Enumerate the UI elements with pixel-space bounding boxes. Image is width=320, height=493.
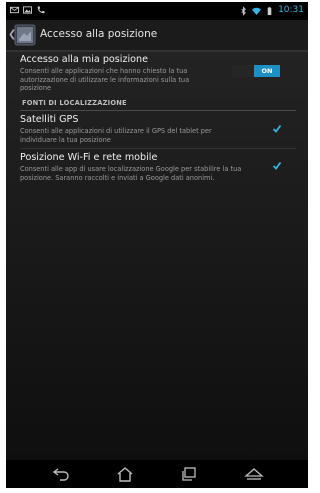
- gps-summary: Consenti alle applicazioni di utilizzare…: [20, 127, 212, 144]
- gps-setting[interactable]: Satelliti GPS Consenti alle applicazioni…: [20, 114, 298, 148]
- bluetooth-icon: [241, 5, 246, 16]
- location-access-summary: Consenti alle applicazioni che hanno chi…: [20, 67, 190, 92]
- wifi-location-summary: Consenti alle app di usare localizzazion…: [20, 165, 242, 182]
- menu-up-icon[interactable]: [244, 466, 264, 482]
- home-icon[interactable]: [116, 466, 134, 482]
- clock: 10:31: [278, 5, 304, 15]
- section-divider: [20, 110, 296, 111]
- location-settings-icon[interactable]: [14, 24, 36, 46]
- location-access-toggle[interactable]: ON: [232, 65, 280, 77]
- system-icons: 10:31: [239, 5, 304, 16]
- page-title: Accesso alla posizione: [40, 28, 158, 40]
- section-header-location-sources: FONTI DI LOCALIZZAZIONE: [22, 99, 127, 107]
- wifi-icon: [252, 7, 262, 15]
- back-icon[interactable]: [52, 466, 70, 482]
- settings-list: Accesso alla mia posizione Consenti alle…: [6, 52, 308, 460]
- image-icon: [23, 6, 32, 14]
- recent-apps-icon[interactable]: [180, 466, 198, 482]
- mail-icon: [10, 6, 19, 14]
- navigation-bar: [6, 460, 308, 488]
- battery-icon: [267, 6, 272, 15]
- gps-title: Satelliti GPS: [20, 114, 79, 125]
- status-bar: 10:31: [6, 2, 308, 20]
- phone-call-icon: [37, 6, 45, 14]
- action-bar: ❮ Accesso alla posizione: [6, 20, 308, 52]
- wifi-location-title: Posizione Wi-Fi e rete mobile: [20, 152, 158, 163]
- tablet-screen: 10:31 ❮ Accesso alla posizione Accesso a…: [6, 2, 308, 488]
- notification-icons: [10, 5, 45, 15]
- wifi-location-checkbox[interactable]: [272, 161, 282, 171]
- wifi-location-setting[interactable]: Posizione Wi-Fi e rete mobile Consenti a…: [20, 152, 298, 190]
- row-divider: [20, 148, 296, 149]
- toggle-on-label: ON: [254, 65, 280, 77]
- gps-checkbox[interactable]: [272, 124, 282, 134]
- toggle-off-area: [232, 65, 254, 77]
